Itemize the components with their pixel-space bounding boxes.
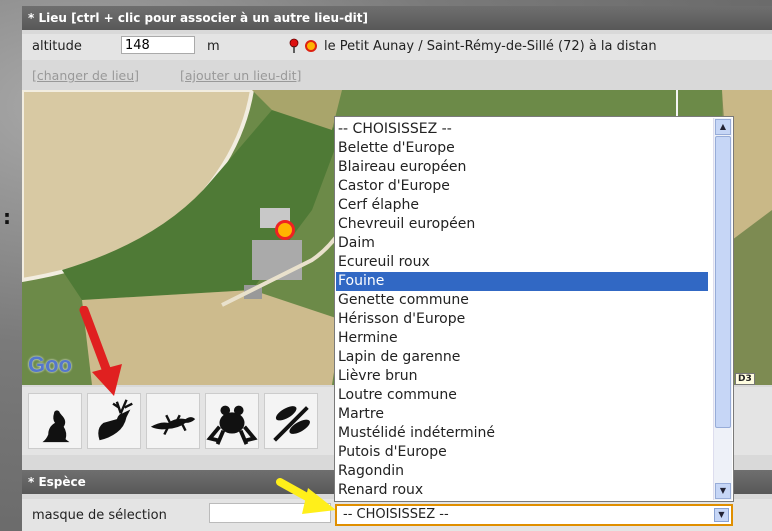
location-circle-icon bbox=[305, 40, 317, 52]
location-marker-icon[interactable] bbox=[275, 220, 295, 240]
scroll-thumb[interactable] bbox=[715, 136, 731, 428]
dragonfly-icon bbox=[273, 406, 310, 442]
species-select-value: -- CHOISISSEZ -- bbox=[343, 507, 449, 522]
altitude-input[interactable] bbox=[121, 36, 195, 54]
change-place-link[interactable]: [changer de lieu] bbox=[32, 68, 139, 83]
dropdown-option[interactable]: Blaireau européen bbox=[336, 158, 708, 177]
scroll-down-icon[interactable]: ▼ bbox=[715, 483, 731, 499]
dropdown-option[interactable]: Daim bbox=[336, 234, 708, 253]
insect-button[interactable] bbox=[264, 393, 318, 449]
deer-icon bbox=[98, 399, 133, 441]
bird-button[interactable] bbox=[28, 393, 82, 449]
scroll-up-icon[interactable]: ▲ bbox=[715, 119, 731, 135]
dropdown-option[interactable]: Ecureuil roux bbox=[336, 253, 708, 272]
google-logo: Goo bbox=[28, 352, 72, 377]
dropdown-option[interactable]: -- CHOISISSEZ -- bbox=[336, 120, 708, 139]
bird-icon bbox=[42, 410, 70, 443]
mammal-button[interactable] bbox=[87, 393, 141, 449]
dropdown-scrollbar[interactable]: ▲ ▼ bbox=[713, 118, 732, 500]
dropdown-option[interactable]: Hérisson d'Europe bbox=[336, 310, 708, 329]
dropdown-option[interactable]: Genette commune bbox=[336, 291, 708, 310]
frog-icon bbox=[206, 405, 258, 445]
altitude-row: altitude m le Petit Aunay / Saint-Rémy-d… bbox=[22, 34, 772, 60]
map-pin-icon bbox=[289, 38, 299, 53]
add-place-link[interactable]: [ajouter un lieu-dit] bbox=[180, 68, 301, 83]
dropdown-option[interactable]: Fouine bbox=[336, 272, 708, 291]
place-links: [changer de lieu] [ajouter un lieu-dit] bbox=[22, 66, 772, 88]
dropdown-option[interactable]: Lièvre brun bbox=[336, 367, 708, 386]
dropdown-option[interactable]: Martre bbox=[336, 405, 708, 424]
dropdown-option[interactable]: Lapin de garenne bbox=[336, 348, 708, 367]
dropdown-option[interactable]: Putois d'Europe bbox=[336, 443, 708, 462]
species-select[interactable]: -- CHOISISSEZ -- ▼ bbox=[335, 504, 733, 526]
dropdown-option[interactable]: Belette d'Europe bbox=[336, 139, 708, 158]
dropdown-option[interactable]: Mustélidé indéterminé bbox=[336, 424, 708, 443]
lizard-icon bbox=[150, 414, 196, 436]
dropdown-option[interactable]: Ragondin bbox=[336, 462, 708, 481]
chevron-down-icon[interactable]: ▼ bbox=[714, 508, 729, 522]
dropdown-option[interactable]: Renard roux bbox=[336, 481, 708, 500]
stray-colon: : bbox=[3, 205, 11, 229]
reptile-button[interactable] bbox=[146, 393, 200, 449]
red-arrow-annotation bbox=[79, 306, 122, 396]
road-label: D3 bbox=[735, 373, 755, 385]
altitude-label: altitude bbox=[32, 39, 82, 54]
mask-label: masque de sélection bbox=[32, 508, 167, 523]
dropdown-option[interactable]: Castor d'Europe bbox=[336, 177, 708, 196]
dropdown-option[interactable]: Cerf élaphe bbox=[336, 196, 708, 215]
yellow-arrow-annotation bbox=[276, 478, 336, 514]
altitude-unit: m bbox=[207, 39, 220, 54]
place-name: le Petit Aunay / Saint-Rémy-de-Sillé (72… bbox=[324, 39, 657, 54]
lieu-header: * Lieu [ctrl + clic pour associer à un a… bbox=[22, 6, 772, 30]
dropdown-option[interactable]: Hermine bbox=[336, 329, 708, 348]
dropdown-option[interactable]: Chevreuil européen bbox=[336, 215, 708, 234]
amphibian-button[interactable] bbox=[205, 393, 259, 449]
species-dropdown-list[interactable]: -- CHOISISSEZ -- Belette d'Europe Blaireau… bbox=[334, 116, 734, 502]
dropdown-option[interactable]: Loutre commune bbox=[336, 386, 708, 405]
